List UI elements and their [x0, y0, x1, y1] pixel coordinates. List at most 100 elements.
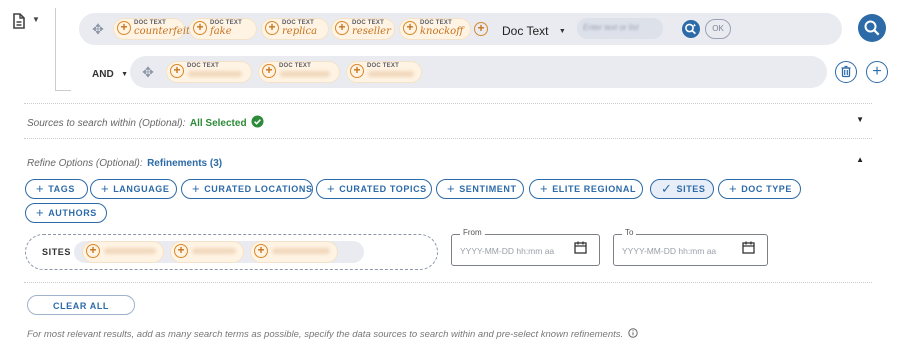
add-circle-icon[interactable]: +: [350, 64, 364, 78]
button-label: DOC TYPE: [741, 184, 793, 194]
add-circle-icon[interactable]: +: [174, 244, 188, 258]
sources-section[interactable]: Sources to search within (Optional): All…: [27, 113, 872, 129]
button-label: CURATED TOPICS: [339, 184, 427, 194]
site-chip[interactable]: +: [82, 241, 164, 263]
button-label: CURATED LOCATIONS: [204, 184, 313, 194]
operator-value: AND: [92, 69, 114, 80]
plus-icon: +: [872, 63, 882, 80]
add-circle-icon[interactable]: +: [254, 244, 268, 258]
document-icon: [13, 13, 25, 29]
refine-sites-button[interactable]: ✓ SITES: [650, 179, 714, 199]
chip-value: replica: [282, 26, 318, 37]
add-circle-icon[interactable]: +: [403, 21, 417, 35]
search-icon: [864, 20, 880, 36]
ok-button[interactable]: OK: [705, 19, 731, 39]
clear-all-button[interactable]: CLEAR ALL: [27, 295, 135, 315]
refine-authors-button[interactable]: + AUTHORS: [25, 203, 107, 223]
drag-move-icon[interactable]: ✥: [89, 20, 107, 38]
field-select-value: Doc Text: [502, 24, 549, 38]
refine-sentiment-button[interactable]: + SENTIMENT: [436, 179, 524, 199]
redacted-value: [188, 71, 242, 77]
button-label: SITES: [676, 184, 706, 194]
add-circle-icon[interactable]: +: [86, 244, 100, 258]
query-row-1: ✥ + DOC TEXT counterfeit + DOC TEXT fake…: [79, 13, 842, 45]
delete-row-button[interactable]: [835, 61, 857, 83]
refine-tags-button[interactable]: + TAGS: [25, 179, 88, 199]
site-chip[interactable]: +: [250, 241, 338, 263]
refine-curated-topics-button[interactable]: + CURATED TOPICS: [316, 179, 432, 199]
drag-move-icon[interactable]: ✥: [139, 63, 157, 81]
chevron-up-icon: ▲: [856, 155, 864, 164]
group-bracket-line: [55, 8, 56, 90]
clear-all-label: CLEAR ALL: [52, 301, 110, 311]
operator-select[interactable]: AND ▼: [92, 64, 128, 82]
plus-icon: +: [101, 181, 110, 196]
button-label: SENTIMENT: [459, 184, 517, 194]
info-icon[interactable]: [628, 328, 638, 338]
date-from-placeholder: YYYY-MM-DD hh:mm aa: [460, 246, 555, 256]
plus-icon: +: [540, 181, 549, 196]
add-circle-icon[interactable]: +: [265, 21, 279, 35]
add-circle-icon[interactable]: +: [193, 21, 207, 35]
add-circle-icon[interactable]: +: [335, 21, 349, 35]
sites-filter-label: SITES: [42, 247, 72, 257]
chip-caption: DOC TEXT: [279, 63, 311, 69]
refine-elite-regional-button[interactable]: + ELITE REGIONAL: [529, 179, 643, 199]
button-label: LANGUAGE: [113, 184, 170, 194]
redacted-value: [104, 248, 156, 254]
check-circle-icon: [251, 115, 264, 128]
chip-value: fake: [210, 26, 232, 37]
term-input[interactable]: Enter text or list: [577, 18, 663, 39]
redacted-value: [272, 248, 330, 254]
refine-value: Refinements (3): [147, 158, 223, 169]
search-term-chip[interactable]: + DOC TEXT knockoff: [399, 18, 471, 40]
search-term-chip[interactable]: + DOC TEXT: [166, 61, 252, 83]
plus-icon: +: [327, 181, 336, 196]
add-term-icon[interactable]: +: [474, 22, 488, 36]
add-row-button[interactable]: +: [866, 61, 888, 83]
chevron-down-icon: ▼: [32, 15, 40, 24]
calendar-icon[interactable]: [742, 241, 755, 254]
date-to-field[interactable]: To YYYY-MM-DD hh:mm aa: [613, 228, 768, 266]
chip-value: knockoff: [420, 26, 464, 37]
refine-curated-locations-button[interactable]: + CURATED LOCATIONS: [181, 179, 313, 199]
date-from-label: From: [460, 228, 485, 237]
chip-value: reseller: [352, 26, 391, 37]
field-select[interactable]: Doc Text ▼: [502, 22, 566, 38]
sources-label: Sources to search within (Optional):: [27, 118, 186, 129]
group-bracket-foot: [55, 90, 71, 91]
chip-caption: DOC TEXT: [187, 63, 219, 69]
search-term-chip[interactable]: + DOC TEXT reseller: [331, 18, 395, 40]
hint-label: For most relevant results, add as many s…: [27, 329, 624, 340]
search-term-chip[interactable]: + DOC TEXT replica: [261, 18, 329, 40]
redacted-value: [192, 248, 236, 254]
calendar-icon[interactable]: [574, 241, 587, 254]
site-chip[interactable]: +: [170, 241, 244, 263]
divider: [24, 138, 872, 139]
add-circle-icon[interactable]: +: [262, 64, 276, 78]
divider: [24, 282, 872, 283]
plus-icon: +: [729, 181, 738, 196]
redacted-value: [368, 71, 414, 77]
date-to-placeholder: YYYY-MM-DD hh:mm aa: [622, 246, 717, 256]
document-type-selector[interactable]: ▼: [10, 11, 46, 31]
magic-search-icon: [685, 23, 697, 35]
search-term-chip[interactable]: + DOC TEXT: [346, 61, 422, 83]
date-from-field[interactable]: From YYYY-MM-DD hh:mm aa: [451, 228, 600, 266]
search-term-chip[interactable]: + DOC TEXT counterfeit: [113, 18, 190, 40]
refine-language-button[interactable]: + LANGUAGE: [90, 179, 177, 199]
search-term-chip[interactable]: + DOC TEXT fake: [189, 18, 257, 40]
check-icon: ✓: [661, 181, 673, 196]
smart-search-button[interactable]: [682, 20, 700, 38]
sites-filter: SITES + + +: [25, 234, 438, 270]
search-term-chip[interactable]: + DOC TEXT: [258, 61, 340, 83]
divider: [24, 103, 872, 104]
refine-doc-type-button[interactable]: + DOC TYPE: [718, 179, 801, 199]
search-button[interactable]: [858, 14, 886, 42]
hint-text: For most relevant results, add as many s…: [27, 328, 887, 340]
add-circle-icon[interactable]: +: [117, 21, 131, 35]
trash-icon: [841, 65, 851, 78]
date-to-label: To: [622, 228, 637, 237]
refine-section-header[interactable]: Refine Options (Optional): Refinements (…: [27, 153, 872, 169]
add-circle-icon[interactable]: +: [170, 64, 184, 78]
